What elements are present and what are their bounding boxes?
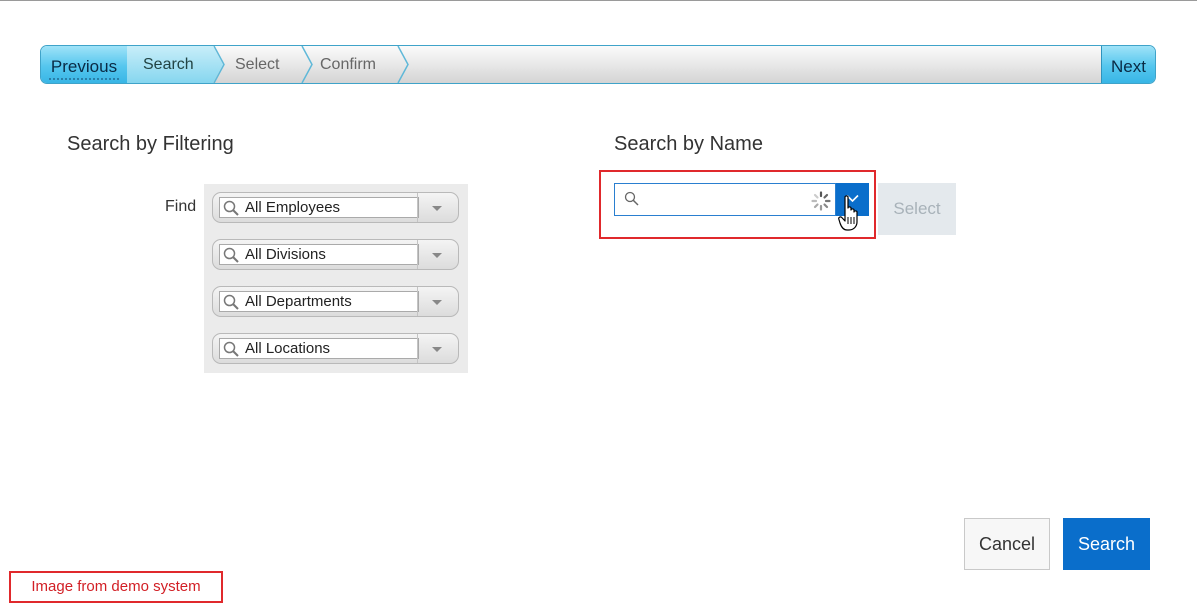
divisions-filter-value: All Divisions	[245, 246, 326, 263]
chevron-down-icon	[432, 206, 442, 211]
search-icon	[223, 200, 239, 216]
previous-button[interactable]: Previous	[41, 46, 128, 83]
locations-filter-dropdown[interactable]	[417, 334, 458, 363]
step-search[interactable]: Search	[127, 46, 223, 83]
step-confirm-label: Confirm	[320, 56, 377, 73]
filter-panel: All Employees All Divisions All Departme…	[204, 184, 468, 373]
divisions-filter[interactable]: All Divisions	[212, 239, 459, 270]
name-search-heading: Search by Name	[614, 133, 763, 155]
chevron-down-icon	[432, 347, 442, 352]
locations-filter-field[interactable]: All Locations	[219, 338, 419, 359]
employees-filter-value: All Employees	[245, 199, 341, 216]
step-separator-icon	[397, 46, 409, 83]
previous-button-label: Previous	[50, 57, 118, 76]
divisions-filter-field[interactable]: All Divisions	[219, 244, 419, 265]
step-separator-icon	[213, 46, 225, 83]
locations-filter-value: All Locations	[245, 340, 331, 357]
employees-filter-field[interactable]: All Employees	[219, 197, 419, 218]
next-button[interactable]: Next	[1101, 46, 1155, 83]
step-select[interactable]: Select	[235, 46, 279, 83]
top-divider	[0, 0, 1197, 1]
employees-filter-dropdown[interactable]	[417, 193, 458, 222]
search-icon	[223, 247, 239, 263]
step-separator-icon	[301, 46, 313, 83]
divisions-filter-dropdown[interactable]	[417, 240, 458, 269]
departments-filter[interactable]: All Departments	[212, 286, 459, 317]
wizard-bar: Previous Search Select Confirm Next	[40, 45, 1156, 84]
select-button[interactable]: Select	[878, 183, 956, 235]
step-search-label: Search	[143, 56, 194, 73]
search-icon	[624, 191, 639, 206]
step-confirm[interactable]: Confirm	[320, 46, 376, 83]
search-button[interactable]: Search	[1063, 518, 1150, 570]
search-icon	[223, 341, 239, 357]
find-label: Find	[165, 198, 197, 215]
departments-filter-value: All Departments	[245, 293, 352, 310]
cancel-button[interactable]: Cancel	[964, 518, 1050, 570]
hand-cursor-icon	[838, 195, 858, 231]
step-select-label: Select	[235, 56, 280, 73]
departments-filter-dropdown[interactable]	[417, 287, 458, 316]
focus-indicator	[49, 78, 119, 80]
next-button-label: Next	[1111, 57, 1146, 76]
search-icon	[223, 294, 239, 310]
chevron-down-icon	[432, 253, 442, 258]
chevron-down-icon	[432, 300, 442, 305]
locations-filter[interactable]: All Locations	[212, 333, 459, 364]
employees-filter[interactable]: All Employees	[212, 192, 459, 223]
filter-heading: Search by Filtering	[67, 133, 234, 155]
name-search-input[interactable]	[614, 183, 836, 216]
departments-filter-field[interactable]: All Departments	[219, 291, 419, 312]
loading-spinner-icon	[811, 191, 831, 211]
demo-system-note: Image from demo system	[9, 571, 223, 603]
